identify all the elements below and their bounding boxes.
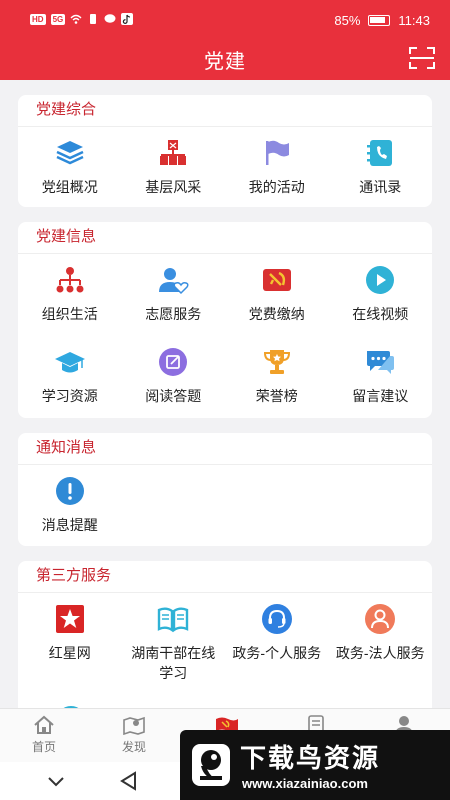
graduation-cap-icon — [54, 352, 85, 373]
trophy-icon — [263, 350, 290, 374]
back-icon[interactable] — [118, 770, 140, 792]
menu-item-gov-personal[interactable]: 政务-个人服务 — [225, 593, 329, 701]
menu-item-party-group[interactable]: 党组概况 — [18, 127, 122, 209]
section-title: 第三方服务 — [18, 561, 432, 593]
battery-icon — [368, 15, 391, 26]
status-bar: HD 5G 85% 11:43 — [0, 0, 450, 42]
flag-icon — [265, 140, 289, 165]
menu-item-party-fee[interactable]: 党费缴纳 — [225, 254, 329, 336]
red-star-icon — [55, 605, 84, 633]
org-building-icon — [160, 140, 187, 165]
menu-item-grassroots[interactable]: 基层风采 — [122, 127, 226, 209]
volunteer-heart-icon — [159, 268, 189, 295]
chevron-down-icon[interactable] — [45, 770, 67, 792]
wifi-icon — [70, 14, 82, 24]
menu-item-org-life[interactable]: 组织生活 — [18, 254, 122, 336]
clock: 11:43 — [398, 13, 430, 28]
menu-item-message-reminder[interactable]: 消息提醒 — [18, 465, 122, 547]
menu-item-label: 我的活动 — [248, 179, 305, 195]
menu-item-hunan-cadre[interactable]: 湖南干部在线学习 — [122, 593, 226, 701]
contacts-book-icon — [367, 140, 393, 166]
menu-item-label: 党费缴纳 — [248, 306, 305, 322]
headset-icon — [261, 604, 292, 634]
menu-item-learning[interactable]: 学习资源 — [18, 336, 122, 418]
menu-item-my-activities[interactable]: 我的活动 — [225, 127, 329, 209]
scan-icon[interactable] — [408, 46, 436, 70]
message-icon — [104, 14, 116, 23]
network-badge: 5G — [50, 13, 66, 25]
home-icon — [34, 715, 54, 734]
tiktok-icon — [121, 13, 134, 25]
hd-badge: HD — [30, 13, 46, 25]
menu-item-label: 湖南干部在线学习 — [131, 645, 216, 681]
battery-percent: 85% — [334, 13, 361, 28]
page-title: 党建 — [204, 51, 246, 73]
menu-item-label: 留言建议 — [352, 388, 409, 404]
watermark-title: 下载鸟资源 — [240, 743, 381, 773]
section-title: 党建综合 — [18, 95, 432, 127]
section-title: 党建信息 — [18, 222, 432, 254]
watermark-url: www.xiazainiao.com — [242, 776, 368, 791]
chat-icon — [367, 351, 395, 374]
map-pin-icon — [123, 716, 145, 735]
menu-item-label: 学习资源 — [41, 388, 98, 404]
play-icon — [366, 266, 395, 294]
open-book-icon — [158, 607, 189, 633]
menu-item-label: 红星网 — [48, 645, 91, 661]
menu-item-label: 党组概况 — [41, 179, 98, 195]
menu-item-label: 政务-法人服务 — [335, 645, 425, 661]
tab-discover[interactable]: 发现 — [104, 715, 164, 755]
menu-item-label: 政务-个人服务 — [232, 645, 322, 661]
app-header: 党建 — [0, 42, 450, 80]
menu-item-honor-board[interactable]: 荣誉榜 — [225, 336, 329, 418]
party-emblem-icon — [262, 269, 291, 291]
bird-logo-icon — [192, 744, 230, 786]
menu-item-label: 在线视频 — [352, 306, 409, 322]
menu-item-volunteer[interactable]: 志愿服务 — [122, 254, 226, 336]
menu-item-label: 基层风采 — [145, 179, 202, 195]
watermark-badge: 下载鸟资源 www.xiazainiao.com — [180, 730, 450, 800]
menu-item-label: 荣誉榜 — [255, 388, 298, 404]
section-party-info: 党建信息 组织生活 志愿服务 党费缴纳 在线视频 学习资源 阅读答题 荣誉榜 留… — [18, 222, 432, 418]
tab-label: 首页 — [31, 740, 56, 754]
menu-item-red-star[interactable]: 红星网 — [18, 593, 122, 701]
menu-item-online-video[interactable]: 在线视频 — [329, 254, 433, 336]
org-tree-icon — [56, 267, 84, 293]
menu-item-gov-legal[interactable]: 政务-法人服务 — [329, 593, 433, 701]
tab-home[interactable]: 首页 — [14, 715, 74, 755]
tab-label: 发现 — [121, 740, 146, 754]
menu-item-label: 消息提醒 — [41, 517, 98, 533]
person-service-icon — [365, 604, 396, 634]
menu-item-reading-quiz[interactable]: 阅读答题 — [122, 336, 226, 418]
battery-saver-icon — [90, 14, 97, 24]
menu-item-label: 组织生活 — [41, 306, 98, 322]
layers-icon — [56, 141, 84, 165]
alert-icon — [55, 477, 84, 505]
edit-note-icon — [159, 348, 188, 376]
menu-item-label: 通讯录 — [359, 179, 402, 195]
section-party-overview: 党建综合 党组概况 基层风采 我的活动 通讯录 — [18, 95, 432, 207]
section-title: 通知消息 — [18, 433, 432, 465]
menu-item-feedback[interactable]: 留言建议 — [329, 336, 433, 418]
menu-item-label: 阅读答题 — [145, 388, 202, 404]
section-notifications: 通知消息 消息提醒 — [18, 433, 432, 546]
menu-item-contacts[interactable]: 通讯录 — [329, 127, 433, 209]
menu-item-label: 志愿服务 — [145, 306, 202, 322]
section-third-party: 第三方服务 红星网 湖南干部在线学习 政务-个人服务 政务-法人服务 — [18, 561, 432, 721]
